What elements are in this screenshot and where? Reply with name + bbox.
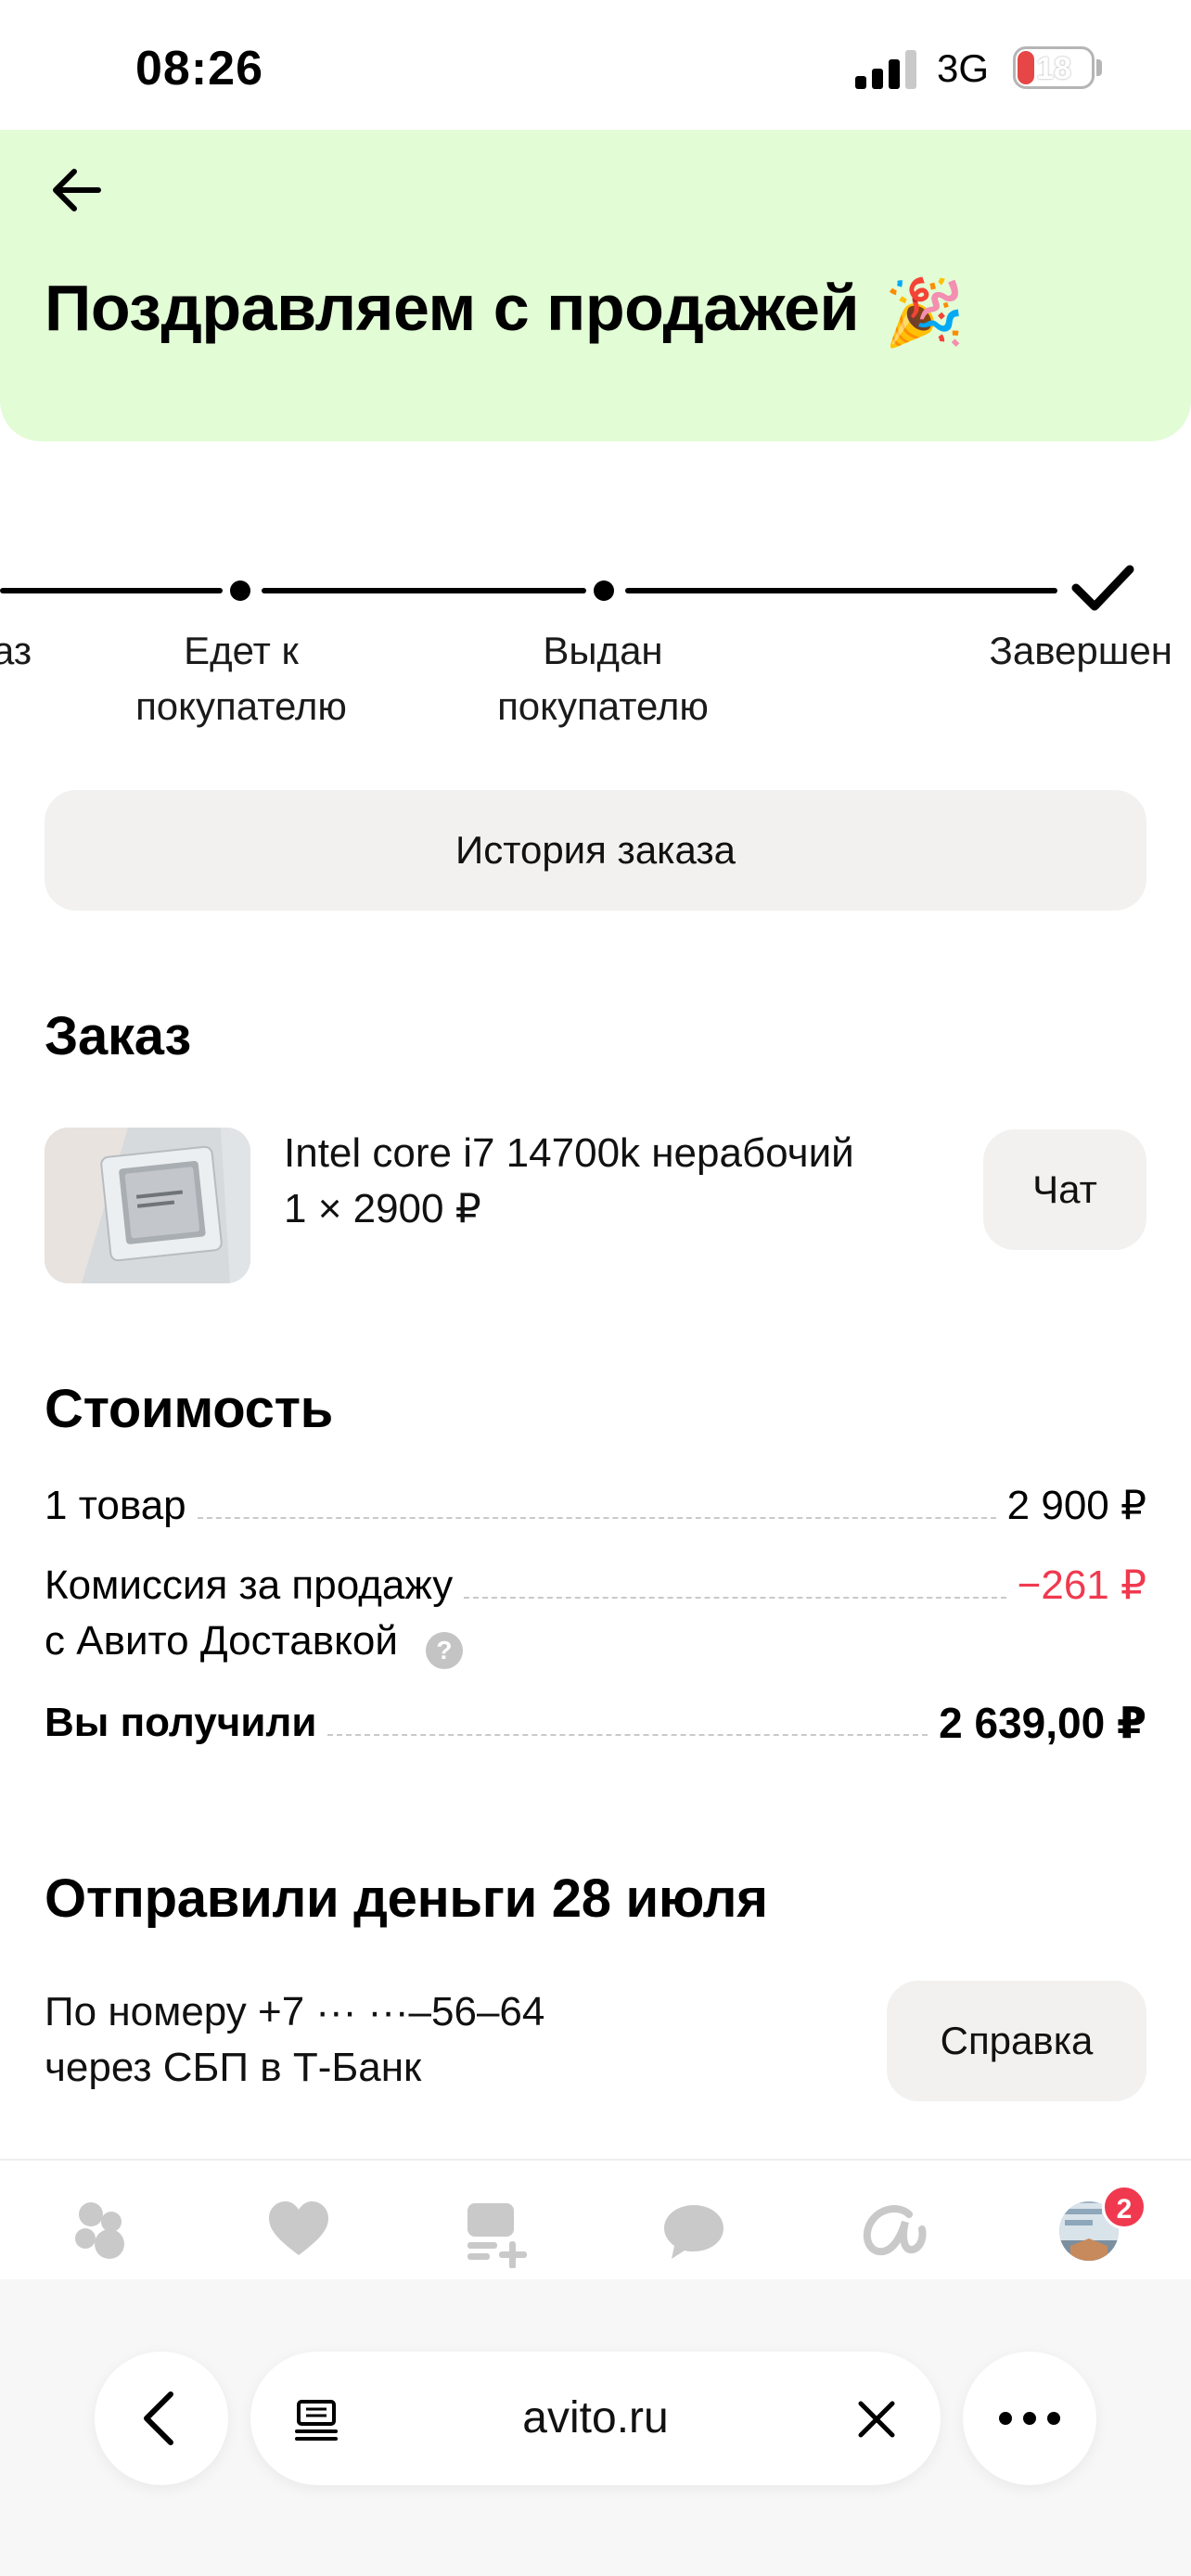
cost-label: Комиссия за продажу	[45, 1562, 454, 1608]
arrow-left-icon	[53, 169, 101, 211]
bottom-tab-bar	[0, 2159, 1191, 2279]
cost-label: 1 товар	[45, 1483, 186, 1528]
help-question-icon[interactable]: ?	[425, 1632, 463, 1669]
cost-value: 2 900 ₽	[1006, 1483, 1146, 1528]
order-progress-stepper: аз Едет к покупателю Выдан покупателю За…	[0, 556, 1191, 742]
chevron-left-icon	[144, 2391, 173, 2445]
header: Поздравляем с продажей 🎉	[0, 130, 1191, 441]
add-listing-icon	[467, 2203, 527, 2269]
status-time: 08:26	[135, 42, 263, 96]
product-quantity-price: 1 × 2900 ₽	[284, 1186, 481, 1231]
cost-row-commission: Комиссия за продажу −261 ₽	[45, 1558, 1146, 1613]
close-icon[interactable]	[855, 2398, 898, 2441]
notification-badge: 2	[1102, 2185, 1146, 2229]
cost-row-items: 1 товар 2 900 ₽	[45, 1478, 1146, 1534]
more-dots-icon	[999, 2412, 1060, 2425]
product-image[interactable]	[45, 1128, 250, 1283]
page-title-text: Поздравляем с продажей	[45, 272, 860, 344]
cpu-photo-icon	[45, 1128, 250, 1283]
address-bar[interactable]: avito.ru	[250, 2352, 941, 2485]
step-label-delivered: Выдан покупателю	[497, 629, 709, 728]
battery-icon: 18	[1013, 46, 1095, 89]
party-popper-icon: 🎉	[883, 275, 965, 349]
tab-favorites[interactable]	[262, 2194, 336, 2268]
check-icon	[1071, 565, 1134, 611]
page-title: Поздравляем с продажей 🎉	[45, 271, 965, 351]
tab-avito-services[interactable]	[855, 2194, 929, 2268]
back-button[interactable]	[45, 158, 109, 223]
network-type: 3G	[937, 46, 990, 90]
order-section-title: Заказ	[45, 1006, 191, 1066]
tab-home[interactable]	[63, 2194, 137, 2268]
product-title[interactable]: Intel core i7 14700k нерабочий	[284, 1126, 854, 1181]
browser-toolbar: avito.ru	[0, 2279, 1191, 2576]
commission-value: −261 ₽	[1017, 1562, 1146, 1608]
total-received-value: 2 639,00 ₽	[939, 1699, 1146, 1747]
cost-label-line2: с Авито Доставкой	[45, 1618, 398, 1664]
avito-icon	[863, 2205, 927, 2256]
heart-icon	[269, 2201, 328, 2255]
screen: 08:26 3G 18 Поздравляем с продажей 🎉 аз …	[0, 0, 1191, 2576]
chat-button[interactable]: Чат	[983, 1129, 1146, 1250]
dotted-leader	[197, 1517, 996, 1519]
stepper-dot	[230, 580, 250, 601]
tab-add-listing[interactable]	[458, 2194, 532, 2269]
home-icon	[75, 2202, 124, 2259]
cost-row-commission-line2: с Авито Доставкой ?	[45, 1613, 1146, 1669]
order-history-button[interactable]: История заказа	[45, 790, 1146, 911]
stepper-dot	[594, 580, 614, 601]
status-bar: 08:26 3G 18	[0, 0, 1191, 130]
battery-nub	[1096, 59, 1102, 76]
cost-label: Вы получили	[45, 1700, 317, 1745]
chat-bubble-icon	[664, 2205, 724, 2259]
stepper-line	[0, 588, 223, 593]
cost-row-total: Вы получили 2 639,00 ₽	[45, 1695, 1146, 1751]
dotted-leader	[327, 1734, 928, 1736]
browser-more-button[interactable]	[963, 2352, 1096, 2485]
cost-section-title: Стоимость	[45, 1379, 334, 1439]
stepper-line	[625, 588, 1057, 593]
step-label-completed: Завершен	[989, 629, 1172, 672]
signal-icon	[855, 48, 920, 89]
browser-back-button[interactable]	[95, 2352, 228, 2485]
transfer-details: По номеру +7 ··· ···–56–64 через СБП в Т…	[45, 1989, 545, 2090]
battery-level: 18	[1036, 51, 1071, 86]
stepper-line	[262, 588, 586, 593]
tab-messages[interactable]	[657, 2194, 731, 2268]
step-label-in-transit: Едет к покупателю	[135, 629, 347, 728]
help-button[interactable]: Справка	[887, 1981, 1146, 2101]
transfer-section-title: Отправили деньги 28 июля	[45, 1868, 768, 1929]
dotted-leader	[464, 1597, 1006, 1599]
url-text: avito.ru	[522, 2393, 669, 2442]
step-label-ordered: аз	[0, 629, 32, 672]
